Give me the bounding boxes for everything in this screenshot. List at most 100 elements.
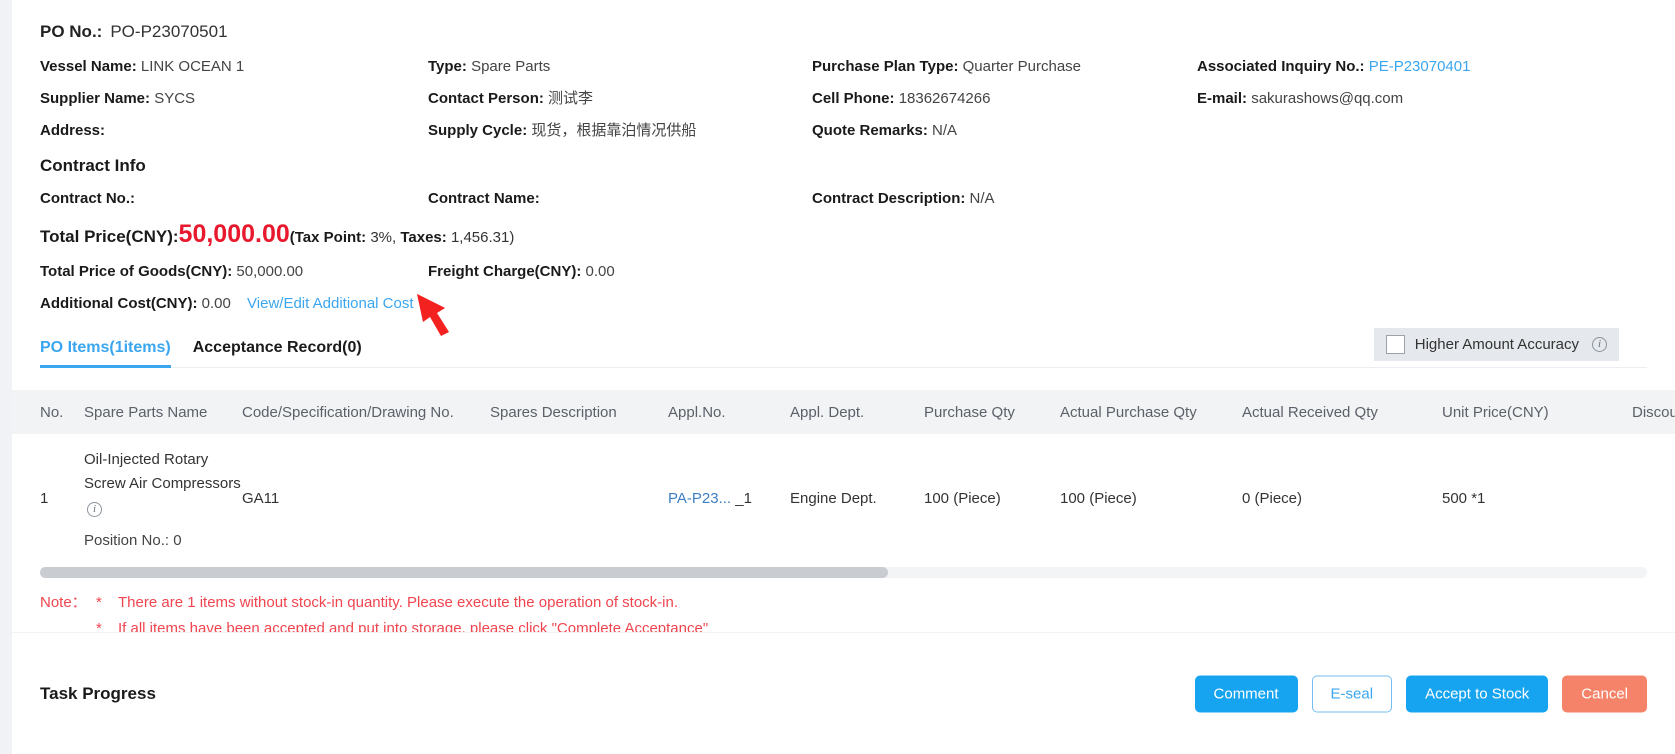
page-root: PO No.: PO-P23070501 Vessel Name: LINK O… [0,0,1675,754]
supply-cycle-value: 现货，根据靠泊情况供船 [531,122,697,139]
col-no: No. [12,390,84,434]
cell-phone-label: Cell Phone: [812,90,895,107]
table-row: 1 Oil-Injected Rotary Screw Air Compress… [12,434,1675,563]
cell-phone-field: Cell Phone: 18362674266 [812,90,1197,108]
position-no-label: Position No.: [84,532,170,549]
supply-cycle-field: Supply Cycle: 现货，根据靠泊情况供船 [428,122,812,140]
task-progress-label: Task Progress [40,683,156,703]
address-label: Address: [40,122,106,139]
contract-info-grid: Contract No.: Contract Name: Contract De… [40,190,1647,208]
cell-code-spec: GA11 [242,434,490,563]
col-discount: Discount [1632,390,1675,434]
total-price-line: Total Price(CNY): 50,000.00 (Tax Point: … [40,222,1647,247]
vessel-name-field: Vessel Name: LINK OCEAN 1 [40,58,428,76]
cell-actual-received-qty: 0 (Piece) [1242,434,1442,563]
cell-spares-description [490,434,668,563]
table-horizontal-scrollbar[interactable] [40,567,1647,578]
spare-parts-info-icon[interactable]: i [87,502,102,517]
associated-inquiry-field: Associated Inquiry No.: PE-P23070401 [1197,58,1647,76]
cell-actual-purchase-qty: 100 (Piece) [1060,434,1242,563]
quote-remarks-label: Quote Remarks: [812,122,928,139]
cell-spare-parts-name: Oil-Injected Rotary Screw Air Compressor… [84,434,242,563]
tab-acceptance-record[interactable]: Acceptance Record(0) [193,339,362,367]
contract-no-label: Contract No.: [40,190,135,207]
position-no-value: 0 [173,532,182,549]
table-header-row: No. Spare Parts Name Code/Specification/… [12,390,1675,434]
cell-discount [1632,434,1675,563]
address-field: Address: [40,122,428,140]
po-items-table-wrap: No. Spare Parts Name Code/Specification/… [12,390,1675,563]
col-unit-price: Unit Price(CNY) [1442,390,1632,434]
view-edit-additional-cost-link[interactable]: View/Edit Additional Cost [247,295,414,312]
col-appl-dept: Appl. Dept. [790,390,924,434]
contact-person-value: 测试李 [548,90,594,107]
cell-unit-price: 500 *1 [1442,434,1632,563]
higher-amount-accuracy-checkbox[interactable] [1385,335,1405,354]
type-field: Type: Spare Parts [428,58,812,76]
email-field: E-mail: sakurashows@qq.com [1197,90,1647,108]
quote-remarks-value: N/A [932,122,958,139]
cell-purchase-qty: 100 (Piece) [924,434,1060,563]
additional-cost-line: Additional Cost(CNY): 0.00 View/Edit Add… [40,295,1647,312]
tax-point-value: 3%, [370,229,397,246]
col-purchase-qty: Purchase Qty [924,390,1060,434]
note-star-1: * [96,594,102,611]
note-row-1: Note： * There are 1 items without stock-… [40,590,1647,616]
col-appl-no: Appl.No. [668,390,790,434]
contact-person-label: Contact Person: [428,90,544,107]
accept-to-stock-button[interactable]: Accept to Stock [1406,675,1549,712]
e-seal-button[interactable]: E-seal [1311,675,1393,712]
col-actual-received-qty: Actual Received Qty [1242,390,1442,434]
email-label: E-mail: [1197,90,1248,107]
po-number-label: PO No.: [40,22,103,41]
appl-no-suffix: _1 [735,490,752,507]
higher-amount-accuracy-toggle[interactable]: Higher Amount Accuracy i [1373,328,1619,361]
appl-no-link[interactable]: PA-P23... [668,490,731,507]
footer-bar: Task Progress Comment E-seal Accept to S… [12,632,1675,754]
contract-no-field: Contract No.: [40,190,428,208]
freight-charge-field: Freight Charge(CNY): 0.00 [428,263,1647,281]
supplier-name-label: Supplier Name: [40,90,151,107]
additional-cost-value: 0.00 [201,295,231,312]
total-price-goods-field: Total Price of Goods(CNY): 50,000.00 [40,263,428,281]
note-text-1: There are 1 items without stock-in quant… [118,594,679,611]
comment-button[interactable]: Comment [1194,675,1298,712]
col-spares-description: Spares Description [490,390,668,434]
po-number-line: PO No.: PO-P23070501 [40,0,1647,42]
contract-name-label: Contract Name: [428,190,540,207]
note-label: Note： [40,594,87,611]
contact-person-field: Contact Person: 测试李 [428,90,812,108]
tab-po-items[interactable]: PO Items(1items) [40,339,171,368]
spare-parts-name-value: Oil-Injected Rotary Screw Air Compressor… [84,451,241,492]
associated-inquiry-link[interactable]: PE-P23070401 [1369,58,1471,75]
cancel-button[interactable]: Cancel [1562,675,1647,712]
associated-inquiry-label: Associated Inquiry No.: [1197,58,1365,75]
col-spare-parts-name: Spare Parts Name [84,390,242,434]
total-price-amount: 50,000.00 [178,220,290,248]
taxes-value: 1,456.31) [450,229,515,246]
total-price-goods-value: 50,000.00 [236,263,304,280]
page-left-edge [0,0,12,660]
price-breakdown-grid: Total Price of Goods(CNY): 50,000.00 Fre… [40,263,1647,281]
email-value: sakurashows@qq.com [1251,90,1404,107]
purchase-plan-type-value: Quarter Purchase [962,58,1082,75]
contract-info-title: Contract Info [40,156,146,175]
contract-description-field: Contract Description: N/A [812,190,1647,208]
info-grid-spacer [1197,122,1647,140]
contract-name-field: Contract Name: [428,190,812,208]
higher-amount-accuracy-label: Higher Amount Accuracy [1414,336,1579,353]
cell-appl-dept: Engine Dept. [790,434,924,563]
table-scrollbar-thumb[interactable] [40,567,888,578]
type-value: Spare Parts [471,58,551,75]
cell-appl-no: PA-P23... _1 [668,434,790,563]
footer-button-row: Comment E-seal Accept to Stock Cancel [1194,675,1647,712]
info-icon[interactable]: i [1592,337,1607,352]
purchase-plan-type-label: Purchase Plan Type: [812,58,959,75]
purchase-plan-type-field: Purchase Plan Type: Quarter Purchase [812,58,1197,76]
vessel-name-value: LINK OCEAN 1 [140,58,245,75]
po-number-value: PO-P23070501 [110,22,228,41]
cell-no: 1 [12,434,84,563]
supplier-name-field: Supplier Name: SYCS [40,90,428,108]
type-label: Type: [428,58,467,75]
quote-remarks-field: Quote Remarks: N/A [812,122,1197,140]
